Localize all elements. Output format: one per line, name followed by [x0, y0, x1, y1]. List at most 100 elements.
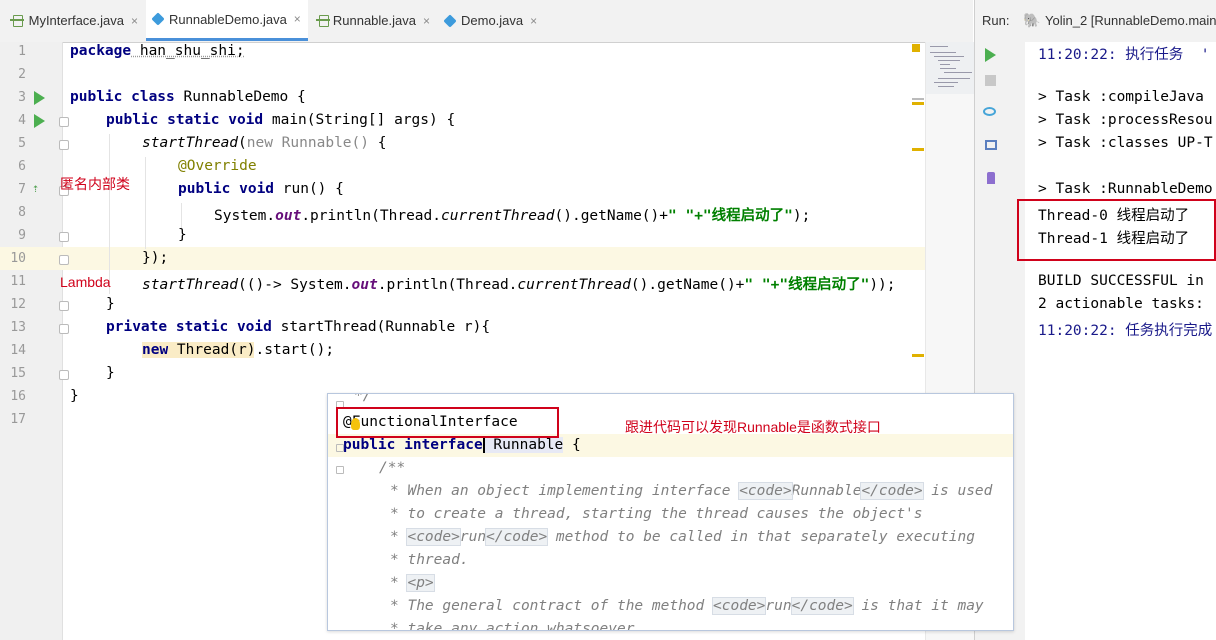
- code-line-13: private static void startThread(Runnable…: [106, 319, 491, 335]
- implement-method-icon[interactable]: ⇡: [32, 181, 39, 195]
- code-line-12: }: [106, 296, 115, 312]
- tab-demo[interactable]: Demo.java ×: [438, 0, 544, 41]
- tab-label: RunnableDemo.java: [169, 11, 287, 27]
- indent-guide: [181, 203, 182, 229]
- code-line-6: @Override: [178, 158, 257, 174]
- run-console[interactable]: 11:20:22: 执行任务 ' > Task :compileJava > T…: [1025, 42, 1216, 640]
- inspection-status-icon[interactable]: [912, 44, 920, 52]
- line-number: 7: [18, 182, 26, 197]
- line-number: 5: [18, 136, 26, 151]
- console-line: 2 actionable tasks:: [1038, 296, 1204, 312]
- gradle-icon: 🐘: [1023, 12, 1041, 28]
- run-config-tab[interactable]: Yolin_2 [RunnableDemo.main(: [1045, 13, 1216, 28]
- console-line: 11:20:22: 执行任务 ': [1038, 47, 1210, 63]
- line-number: 9: [18, 228, 26, 243]
- interface-icon: [316, 14, 330, 27]
- console-line: BUILD SUCCESSFUL in: [1038, 273, 1204, 289]
- fold-icon[interactable]: [59, 301, 69, 311]
- indent-guide: [145, 157, 146, 249]
- rerun-icon[interactable]: [985, 48, 996, 62]
- tab-runnable[interactable]: Runnable.java ×: [310, 0, 436, 41]
- line-number: 6: [18, 159, 26, 174]
- line-number: 16: [10, 389, 26, 404]
- close-icon[interactable]: ×: [423, 14, 430, 28]
- line-number: 2: [18, 67, 26, 82]
- code-line-15: }: [106, 365, 115, 381]
- view-icon[interactable]: [983, 107, 996, 116]
- popup-doc-line: * <p>: [390, 574, 435, 592]
- line-number: 8: [18, 205, 26, 220]
- run-main-icon[interactable]: [34, 114, 45, 128]
- code-line-4: public static void main(String[] args) {: [106, 112, 456, 128]
- code-line-1: package han_shu_shi;: [70, 43, 245, 59]
- popup-line: */: [354, 393, 372, 404]
- line-number: 1: [18, 44, 26, 59]
- popup-doc-line: * When an object implementing interface …: [390, 482, 993, 500]
- code-line-10: });: [142, 250, 169, 266]
- code-line-7: public void run() {: [178, 181, 344, 197]
- pin-icon[interactable]: [987, 172, 995, 184]
- line-number: 4: [18, 113, 26, 128]
- code-line-8: System.out.println(Thread.currentThread(…: [214, 208, 811, 224]
- interface-icon: [10, 14, 24, 27]
- popup-doc-line: * take any action whatsoever.: [390, 621, 644, 631]
- run-label: Run:: [982, 13, 1010, 28]
- popup-doc-line: * to create a thread, starting the threa…: [390, 506, 923, 522]
- fold-icon[interactable]: [59, 232, 69, 242]
- tab-label: Runnable.java: [332, 13, 416, 28]
- functional-interface-note: 跟进代码可以发现Runnable是函数式接口: [625, 419, 881, 435]
- line-number: 14: [10, 343, 26, 358]
- tab-label: MyInterface.java: [28, 13, 124, 28]
- lambda-note: Lambda: [60, 274, 111, 290]
- change-marker: [912, 98, 924, 100]
- popup-doc-line: * The general contract of the method <co…: [390, 597, 984, 615]
- line-number-gutter: [0, 42, 63, 640]
- console-line: > Task :processResou: [1038, 112, 1213, 128]
- console-line: > Task :RunnableDemo: [1038, 181, 1213, 197]
- tab-runnabledemo[interactable]: RunnableDemo.java ×: [146, 0, 308, 41]
- layout-icon[interactable]: [985, 140, 997, 150]
- close-icon[interactable]: ×: [131, 14, 138, 28]
- code-line-3: public class RunnableDemo {: [70, 89, 306, 105]
- line-number: 15: [10, 366, 26, 381]
- tab-label: Demo.java: [461, 13, 524, 28]
- stop-icon[interactable]: [985, 75, 996, 86]
- class-icon: [443, 13, 457, 28]
- warning-marker[interactable]: [912, 102, 924, 105]
- class-icon: [151, 12, 165, 26]
- fold-icon[interactable]: [59, 370, 69, 380]
- output-highlight-box: [1017, 199, 1216, 261]
- run-panel-header: Run: 🐘 Yolin_2 [RunnableDemo.main(: [974, 0, 1216, 43]
- fold-icon[interactable]: [59, 324, 69, 334]
- tab-myinterface[interactable]: MyInterface.java ×: [4, 0, 144, 41]
- code-line-5: startThread(new Runnable() {: [142, 135, 387, 151]
- code-line-9: }: [178, 227, 187, 243]
- line-number: 17: [10, 412, 26, 427]
- close-icon[interactable]: ×: [294, 12, 301, 26]
- popup-doc-line: /**: [379, 460, 406, 476]
- popup-interface-line: public interface Runnable {: [343, 437, 581, 453]
- line-number: 3: [18, 90, 26, 105]
- current-line-highlight: [0, 247, 925, 270]
- popup-doc-line: * thread.: [390, 552, 469, 568]
- popup-doc-line: * <code>run</code> method to be called i…: [390, 528, 975, 546]
- minimap[interactable]: [926, 42, 974, 94]
- anonymous-class-note: 匿名内部类: [60, 176, 130, 192]
- fold-icon[interactable]: [59, 140, 69, 150]
- quick-definition-popup[interactable]: */ @FunctionalInterface public interface…: [327, 393, 1014, 631]
- console-line: 11:20:22: 任务执行完成: [1038, 323, 1213, 339]
- warning-marker[interactable]: [912, 354, 924, 357]
- run-class-icon[interactable]: [34, 91, 45, 105]
- fold-icon[interactable]: [336, 466, 344, 474]
- editor-tab-bar: MyInterface.java × RunnableDemo.java × R…: [0, 0, 973, 43]
- fold-icon[interactable]: [59, 117, 69, 127]
- annotation-highlight-box: [336, 407, 559, 438]
- code-line-16: }: [70, 388, 79, 404]
- console-line: > Task :classes UP-T: [1038, 135, 1213, 151]
- code-line-14: new Thread(r).start();: [142, 342, 335, 358]
- warning-marker[interactable]: [912, 148, 924, 151]
- close-icon[interactable]: ×: [530, 14, 537, 28]
- fold-icon[interactable]: [59, 255, 69, 265]
- code-line-11: startThread(()-> System.out.println(Thre…: [142, 277, 896, 293]
- line-number: 12: [10, 297, 26, 312]
